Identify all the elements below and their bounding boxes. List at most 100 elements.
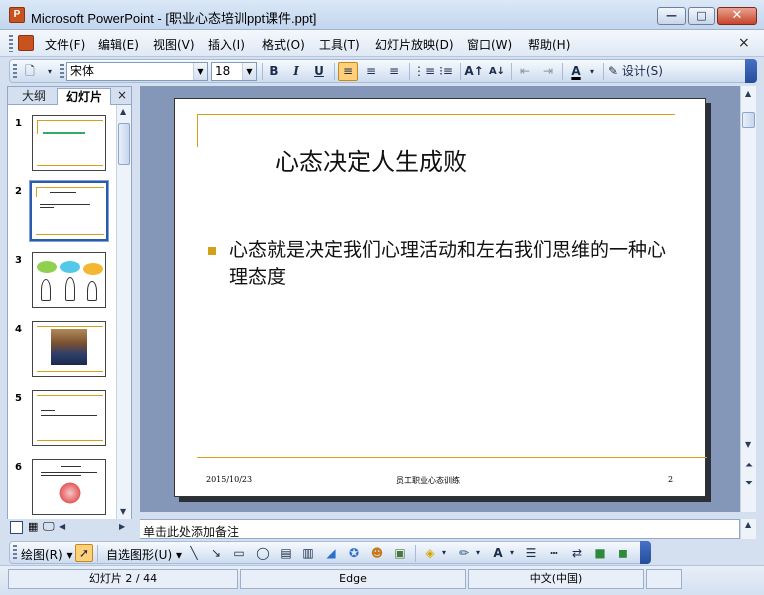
chevron-down-icon[interactable]: ▾ — [439, 544, 449, 562]
slideshow-view-icon[interactable]: 🖵 — [43, 519, 55, 534]
underline-button[interactable]: U — [309, 62, 329, 81]
menu-window[interactable]: 窗口(W) — [467, 36, 512, 53]
chevron-down-icon[interactable]: ▾ — [586, 62, 598, 81]
slide-editor-scrollbar[interactable]: ▲ ▼ ⏶ ⏷ — [740, 86, 756, 512]
oval-tool-icon[interactable]: ◯ — [254, 544, 272, 562]
textbox-tool-icon[interactable]: ▤ — [277, 544, 295, 562]
slide-thumbnail-row[interactable]: 6 — [8, 459, 120, 519]
tab-slides[interactable]: 幻灯片 — [57, 88, 111, 105]
maximize-button[interactable]: □ — [688, 7, 715, 25]
wordart-icon[interactable]: ◢ — [322, 544, 340, 562]
chevron-down-icon[interactable]: ▾ — [473, 544, 483, 562]
notes-scrollbar[interactable]: ▲ — [740, 519, 756, 539]
clip-art-icon[interactable]: ☻ — [368, 544, 386, 562]
slide-thumbnail-selected[interactable] — [30, 181, 108, 241]
toolbar-overflow-icon[interactable] — [640, 541, 651, 564]
scroll-up-icon[interactable]: ▲ — [120, 107, 126, 116]
scrollbar-thumb[interactable] — [118, 123, 130, 165]
align-center-icon[interactable]: ≡ — [361, 62, 381, 81]
toolbar-overflow-icon[interactable] — [745, 59, 757, 83]
pane-close-icon[interactable]: × — [117, 88, 127, 102]
toolbar-grip[interactable] — [13, 545, 17, 560]
bold-button[interactable]: B — [264, 62, 284, 81]
menu-slideshow[interactable]: 幻灯片放映(D) — [375, 36, 454, 53]
font-size-combo[interactable]: 18 ▼ — [211, 62, 257, 81]
line-style-icon[interactable]: ☰ — [522, 544, 540, 562]
scroll-right-icon[interactable]: ▶ — [119, 522, 125, 531]
scroll-left-icon[interactable]: ◀ — [59, 522, 65, 531]
italic-button[interactable]: I — [286, 62, 306, 81]
slide-thumbnail-row[interactable]: 2 — [8, 181, 120, 243]
slide-bullet-text[interactable]: 心态就是决定我们心理活动和左右我们思维的一种心理态度 — [229, 237, 679, 291]
increase-font-size-icon[interactable]: A↑ — [464, 62, 484, 81]
toolbar-grip[interactable] — [60, 64, 64, 79]
font-name-combo[interactable]: 宋体 ▼ — [66, 62, 208, 81]
rectangle-tool-icon[interactable]: ▭ — [230, 544, 248, 562]
insert-picture-icon[interactable]: ▣ — [391, 544, 409, 562]
font-color-icon[interactable]: A — [566, 62, 586, 81]
chevron-down-icon[interactable]: ▾ — [507, 544, 517, 562]
menu-file[interactable]: 文件(F) — [45, 36, 85, 53]
slide-thumbnail[interactable] — [32, 252, 106, 308]
decrease-font-size-icon[interactable]: A↓ — [487, 62, 507, 81]
align-left-icon[interactable]: ≡ — [338, 62, 358, 81]
slide-sorter-view-icon[interactable]: ▦ — [28, 520, 38, 533]
previous-slide-icon[interactable]: ⏶ — [745, 460, 753, 471]
menu-format[interactable]: 格式(O) — [262, 36, 305, 53]
menu-view[interactable]: 视图(V) — [153, 36, 195, 53]
document-close-icon[interactable]: × — [738, 35, 750, 51]
scroll-down-icon[interactable]: ▼ — [745, 440, 751, 449]
slide-title[interactable]: 心态决定人生成败 — [275, 142, 467, 177]
toolbar-options-icon[interactable]: ▾ — [40, 62, 60, 81]
numbering-icon[interactable]: ⋮≡ — [413, 62, 435, 81]
diagram-icon[interactable]: ✪ — [345, 544, 363, 562]
increase-indent-icon[interactable]: ⇥ — [538, 62, 558, 81]
slide-thumbnail-row[interactable]: 5 — [8, 390, 120, 450]
tab-outline[interactable]: 大纲 — [12, 88, 56, 105]
slide-thumbnail-row[interactable]: 1 — [8, 115, 120, 175]
autoshapes-menu-button[interactable]: 自选图形(U) ▾ — [106, 546, 182, 563]
select-pointer-icon[interactable]: ➚ — [75, 544, 93, 562]
chevron-down-icon[interactable]: ▼ — [193, 63, 207, 80]
slide-thumbnail[interactable] — [32, 459, 106, 515]
slide-thumbnail-row[interactable]: 4 — [8, 321, 120, 381]
design-button[interactable]: ✎ 设计(S) — [608, 62, 672, 81]
3d-style-icon[interactable]: ◼ — [614, 544, 632, 562]
notes-placeholder[interactable]: 单击此处添加备注 — [143, 523, 239, 540]
align-right-icon[interactable]: ≡ — [384, 62, 404, 81]
slide-thumbnail-row[interactable]: 3 — [8, 252, 120, 312]
arrow-tool-icon[interactable]: ↘ — [207, 544, 225, 562]
arrow-style-icon[interactable]: ⇄ — [568, 544, 586, 562]
font-color-icon[interactable]: A — [489, 544, 507, 562]
slide-thumbnail[interactable] — [32, 321, 106, 377]
scroll-up-icon[interactable]: ▲ — [745, 89, 751, 98]
new-document-icon[interactable]: 🗋 — [20, 62, 40, 81]
fill-color-icon[interactable]: ◈ — [421, 544, 439, 562]
next-slide-icon[interactable]: ⏷ — [745, 478, 753, 489]
close-button[interactable]: ✕ — [717, 7, 757, 25]
shadow-style-icon[interactable]: ■ — [591, 544, 609, 562]
menu-help[interactable]: 帮助(H) — [528, 36, 570, 53]
notes-pane[interactable]: 单击此处添加备注 — [140, 519, 740, 539]
decrease-indent-icon[interactable]: ⇤ — [515, 62, 535, 81]
scroll-up-icon[interactable]: ▲ — [745, 520, 751, 529]
dash-style-icon[interactable]: ┅ — [545, 544, 563, 562]
vertical-textbox-icon[interactable]: ▥ — [299, 544, 317, 562]
chevron-down-icon[interactable]: ▼ — [242, 63, 256, 80]
scrollbar-thumb[interactable] — [742, 112, 755, 128]
slide-thumbnail[interactable] — [32, 390, 106, 446]
line-tool-icon[interactable]: ╲ — [185, 544, 203, 562]
bullets-icon[interactable]: ⁝≡ — [436, 62, 456, 81]
menu-edit[interactable]: 编辑(E) — [98, 36, 139, 53]
menu-tools[interactable]: 工具(T) — [319, 36, 360, 53]
document-icon[interactable] — [18, 35, 34, 51]
normal-view-icon[interactable] — [10, 521, 23, 534]
line-color-icon[interactable]: ✏ — [455, 544, 473, 562]
slide-canvas[interactable]: 心态决定人生成败 心态就是决定我们心理活动和左右我们思维的一种心理态度 2015… — [174, 98, 707, 497]
minimize-button[interactable]: — — [657, 7, 686, 25]
toolbar-grip[interactable] — [13, 64, 17, 79]
toolbar-grip[interactable] — [9, 35, 13, 52]
draw-menu-button[interactable]: 绘图(R) ▾ — [21, 546, 73, 563]
menu-insert[interactable]: 插入(I) — [208, 36, 245, 53]
scroll-down-icon[interactable]: ▼ — [120, 507, 126, 516]
